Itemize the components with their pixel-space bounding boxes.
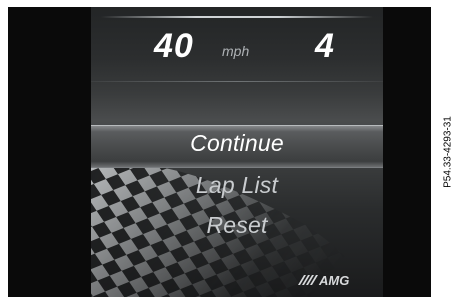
gear-indicator: 4 xyxy=(315,27,334,65)
instrument-display: 40 mph 4 Continue Lap List Reset AMG xyxy=(8,7,431,297)
top-divider xyxy=(101,16,373,18)
svg-text:AMG: AMG xyxy=(318,273,349,287)
menu-item-continue[interactable]: Continue xyxy=(91,130,383,157)
menu-item-lap-list[interactable]: Lap List xyxy=(91,172,383,199)
header-divider xyxy=(91,81,383,82)
menu-item-reset[interactable]: Reset xyxy=(91,212,383,239)
speed-unit: mph xyxy=(222,43,250,59)
display-panel: 40 mph 4 Continue Lap List Reset AMG xyxy=(91,7,383,297)
figure-code: P54.33-4293-31 xyxy=(442,116,454,188)
speed-value: 40 xyxy=(154,27,194,65)
amg-logo-icon: AMG xyxy=(298,273,349,287)
